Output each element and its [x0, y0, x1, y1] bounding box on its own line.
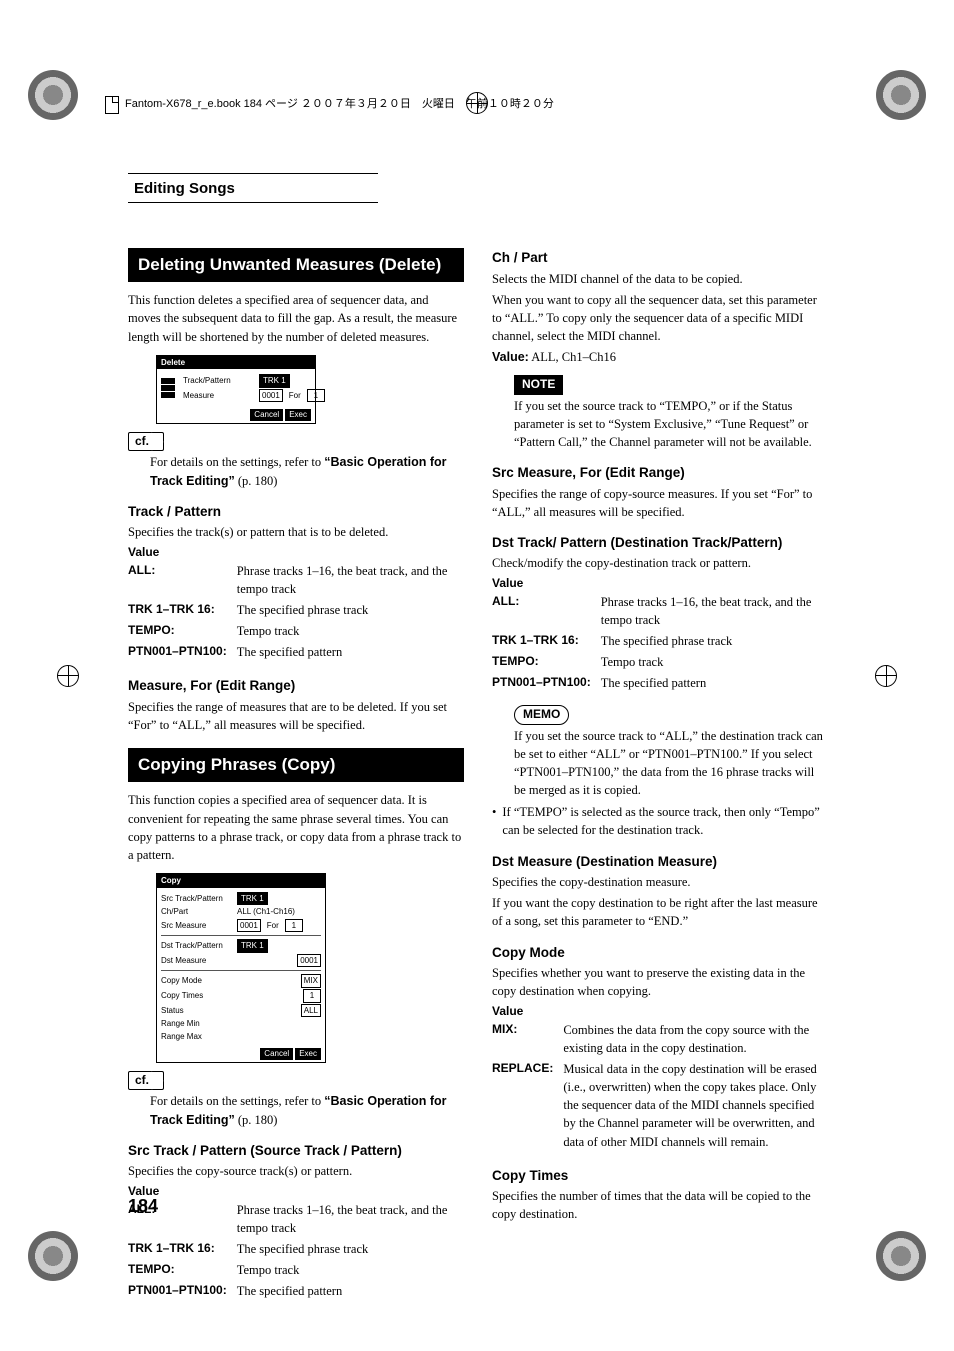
memo-tag: MEMO	[514, 705, 569, 724]
registration-mark-icon	[875, 665, 897, 687]
value-label: Value	[128, 544, 464, 561]
registration-mark-icon	[57, 665, 79, 687]
bullet-icon: •	[492, 803, 496, 839]
value-table: MIX:Combines the data from the copy sour…	[492, 1021, 828, 1154]
para: Specifies the copy-destination measure.	[492, 873, 828, 891]
value-line: Value: ALL, Ch1–Ch16	[492, 348, 828, 366]
para: When you want to copy all the sequencer …	[492, 291, 828, 345]
running-head-text: Editing Songs	[134, 180, 235, 197]
value-label: Value	[492, 575, 828, 592]
section-copy-heading: Copying Phrases (Copy)	[128, 748, 464, 782]
page-number: 184	[128, 1193, 158, 1219]
right-column: Ch / Part Selects the MIDI channel of th…	[492, 248, 828, 1307]
para: This function deletes a specified area o…	[128, 291, 464, 345]
book-header: Fantom-X678_r_e.book 184 ページ ２００７年３月２０日 …	[105, 96, 554, 114]
subhead-ch-part: Ch / Part	[492, 248, 828, 268]
value: 1	[307, 389, 325, 403]
para: If you want the copy destination to be r…	[492, 894, 828, 930]
exec-button: Exec	[295, 1048, 321, 1060]
subhead-src-measure: Src Measure, For (Edit Range)	[492, 463, 828, 483]
subhead-copy-mode: Copy Mode	[492, 943, 828, 963]
value-label: Value	[128, 1183, 464, 1200]
cf-tag: cf.	[128, 1071, 164, 1090]
cf-text: For details on the settings, refer to “B…	[150, 1092, 464, 1128]
para: Specifies the number of times that the d…	[492, 1187, 828, 1223]
book-header-text: Fantom-X678_r_e.book 184 ページ ２００７年３月２０日 …	[125, 97, 554, 113]
subhead-dst-track: Dst Track/ Pattern (Destination Track/Pa…	[492, 533, 828, 553]
cf-text: For details on the settings, refer to “B…	[150, 453, 464, 489]
value-table: ALL:Phrase tracks 1–16, the beat track, …	[492, 593, 828, 696]
value: 0001	[259, 389, 283, 403]
value-label: Value	[492, 1003, 828, 1020]
subhead-src-track: Src Track / Pattern (Source Track / Patt…	[128, 1141, 464, 1161]
corner-arc-icon	[876, 1231, 926, 1281]
delete-dialog: Delete Track/Pattern TRK 1 Measure 0001 For…	[156, 355, 316, 424]
para: Specifies the track(s) or pattern that i…	[128, 523, 464, 541]
label: Track/Pattern	[183, 375, 253, 387]
page: Fantom-X678_r_e.book 184 ページ ２００７年３月２０日 …	[0, 0, 954, 1351]
cancel-button: Cancel	[250, 409, 283, 421]
label: Measure	[183, 390, 253, 402]
subhead-measure-for: Measure, For (Edit Range)	[128, 676, 464, 696]
value-table: ALL:Phrase tracks 1–16, the beat track, …	[128, 562, 464, 665]
para: Specifies the copy-source track(s) or pa…	[128, 1162, 464, 1180]
subhead-dst-measure: Dst Measure (Destination Measure)	[492, 852, 828, 872]
para: Selects the MIDI channel of the data to …	[492, 270, 828, 288]
subhead-copy-times: Copy Times	[492, 1166, 828, 1186]
bullet-text: If “TEMPO” is selected as the source tra…	[502, 803, 828, 839]
track-icons	[161, 378, 175, 398]
note-text: If you set the source track to “TEMPO,” …	[514, 397, 828, 451]
left-column: Deleting Unwanted Measures (Delete) This…	[128, 248, 464, 1307]
value-table: ALL:Phrase tracks 1–16, the beat track, …	[128, 1201, 464, 1304]
corner-arc-icon	[876, 70, 926, 120]
value: TRK 1	[259, 374, 290, 388]
subhead-track-pattern: Track / Pattern	[128, 502, 464, 522]
para: Specifies the range of measures that are…	[128, 698, 464, 734]
memo-text: If you set the source track to “ALL,” th…	[514, 727, 828, 800]
para: Specifies whether you want to preserve t…	[492, 964, 828, 1000]
cf-tag: cf.	[128, 432, 164, 451]
dialog-title: Copy	[157, 874, 325, 888]
dialog-title: Delete	[157, 356, 315, 370]
copy-dialog: Copy Src Track/PatternTRK 1 Ch/PartALL (…	[156, 873, 326, 1063]
para: Specifies the range of copy-source measu…	[492, 485, 828, 521]
section-delete-heading: Deleting Unwanted Measures (Delete)	[128, 248, 464, 282]
note-tag: NOTE	[514, 375, 563, 394]
bullet-item: • If “TEMPO” is selected as the source t…	[492, 803, 828, 839]
content: Deleting Unwanted Measures (Delete) This…	[128, 248, 828, 1307]
corner-arc-icon	[28, 70, 78, 120]
para: This function copies a specified area of…	[128, 791, 464, 864]
exec-button: Exec	[285, 409, 311, 421]
corner-arc-icon	[28, 1231, 78, 1281]
page-icon	[105, 96, 119, 114]
running-head: Editing Songs	[128, 173, 378, 203]
para: Check/modify the copy-destination track …	[492, 554, 828, 572]
label: For	[289, 390, 301, 402]
cancel-button: Cancel	[260, 1048, 293, 1060]
